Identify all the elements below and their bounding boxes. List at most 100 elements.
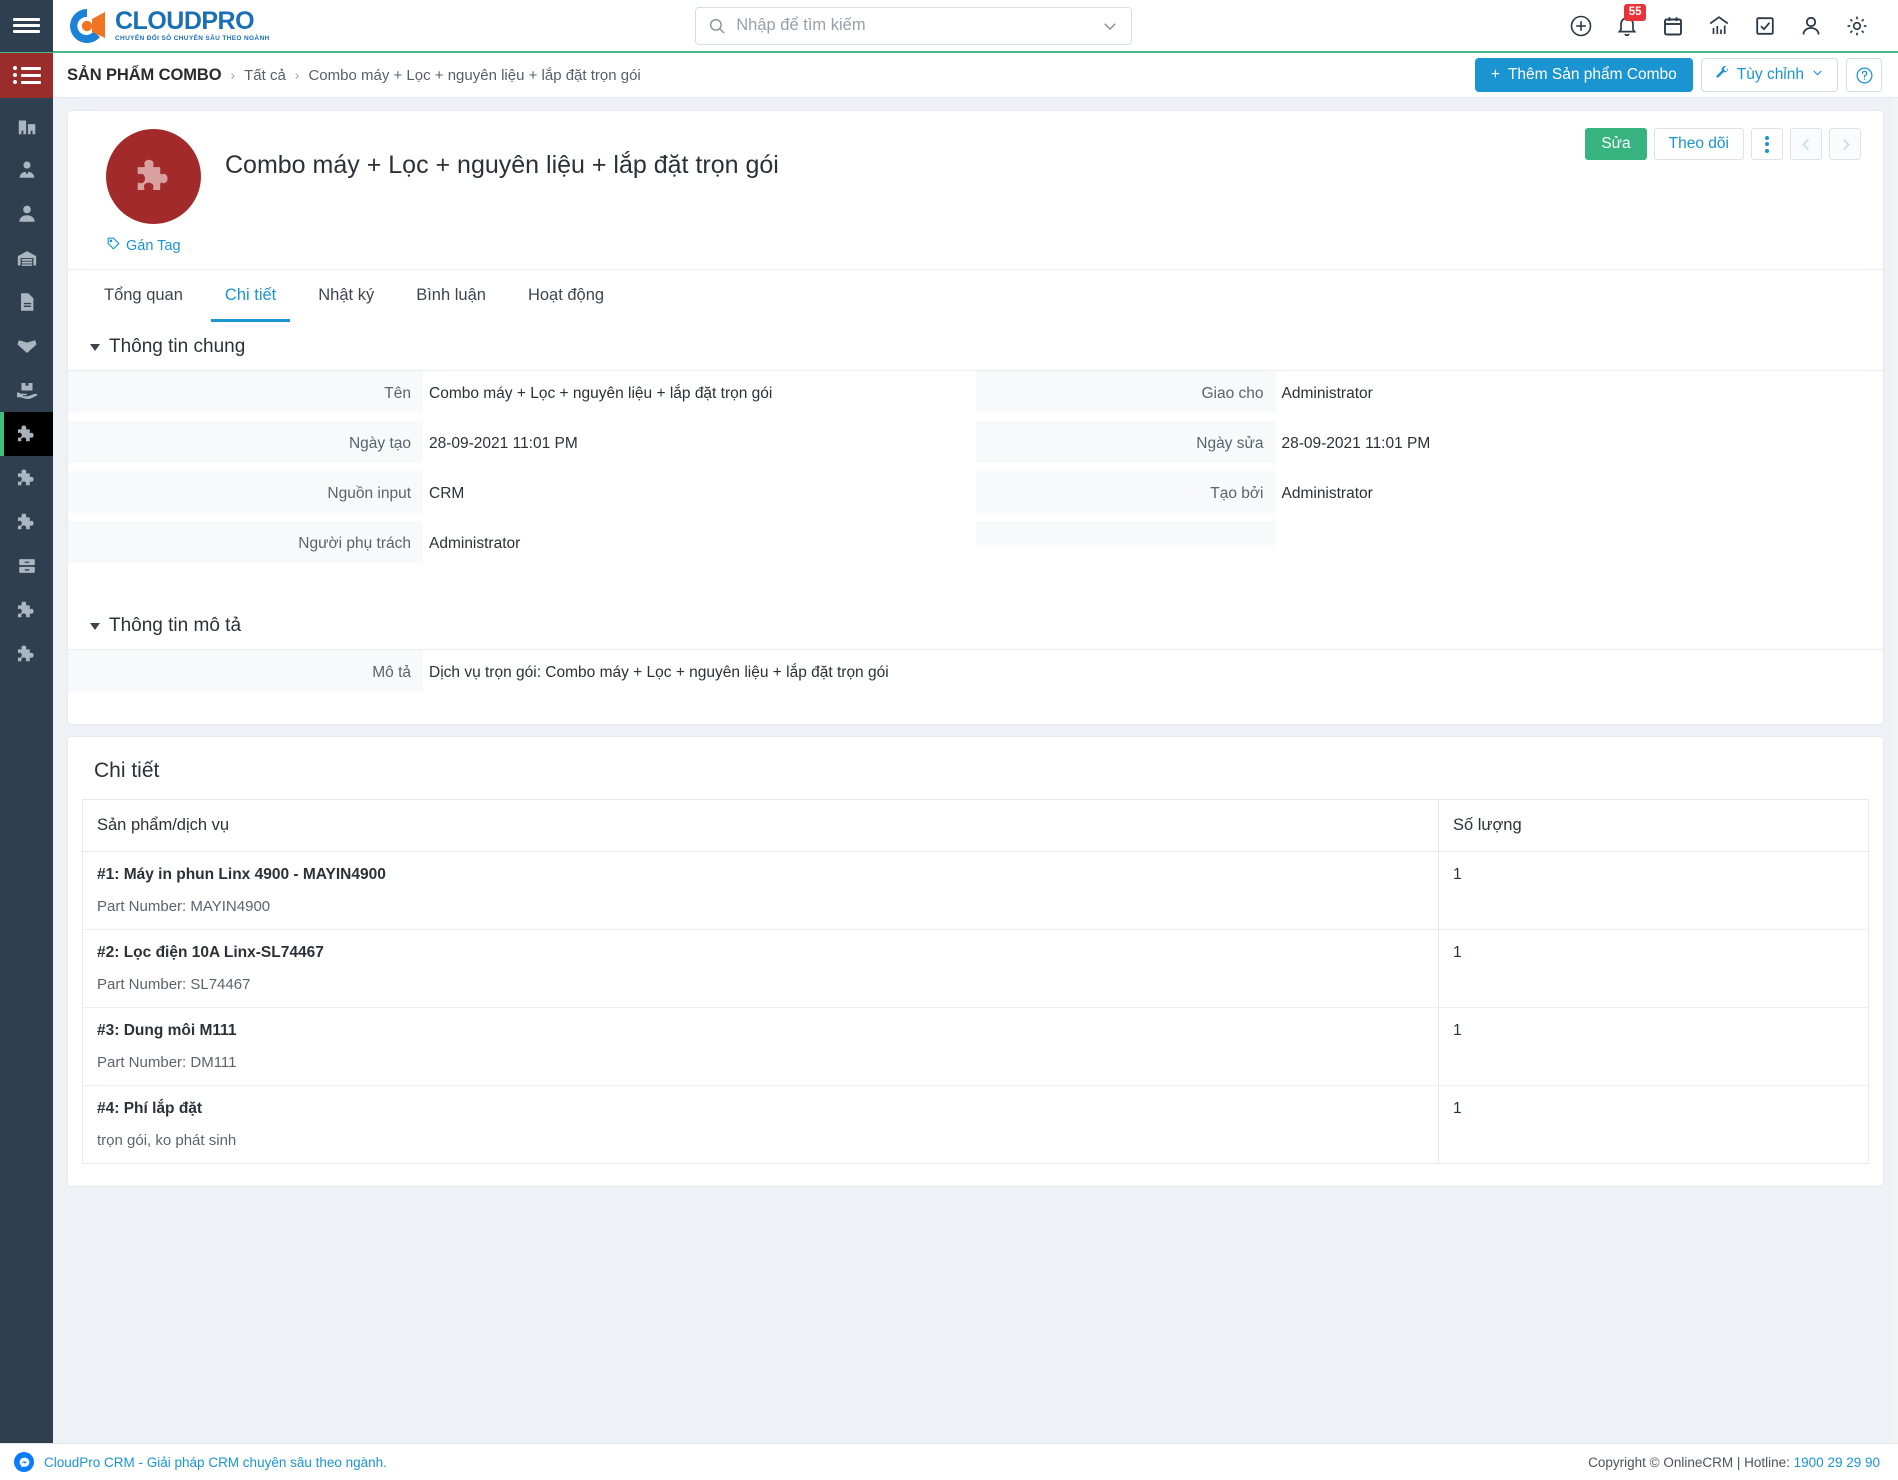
cell-product: #1: Máy in phun Linx 4900 - MAYIN4900 Pa… [82,851,1439,930]
sidebar-item-company[interactable] [0,104,53,148]
tab-chi-tiet[interactable]: Chi tiết [210,270,291,322]
list-dot [12,73,17,77]
item-part-number: Part Number: SL74467 [97,976,251,993]
menu-toggle-button[interactable] [0,0,53,52]
field-ngay-tao: Ngày tạo 28-09-2021 11:01 PM [68,421,976,471]
breadcrumb-root[interactable]: SẢN PHẨM COMBO [67,66,222,85]
table-row[interactable]: #2: Lọc điện 10A Linx-SL74467 Part Numbe… [82,929,1869,1008]
sidebar-item-contact-person[interactable] [0,148,53,192]
sidebar-item-delivery[interactable] [0,368,53,412]
breadcrumb-separator-icon: › [294,67,300,83]
brand-name: CLOUDPRO [115,6,255,35]
field-spacer-value [1276,521,1884,545]
sidebar-item-module-4[interactable] [0,632,53,676]
brand-wordmark: CLOUDPRO CHUYỂN ĐỔI SỐ CHUYÊN SÂU THEO N… [115,6,270,43]
brand-tagline: CHUYỂN ĐỔI SỐ CHUYÊN SÂU THEO NGÀNH [115,34,270,42]
messenger-icon[interactable] [14,1452,34,1472]
tab-tong-quan[interactable]: Tổng quan [90,270,197,322]
checkbox-icon[interactable] [1742,0,1788,52]
field-label: Tạo bởi [975,471,1276,513]
module-list-button[interactable] [0,52,53,98]
table-row[interactable]: #3: Dung môi M111 Part Number: DM111 1 [82,1007,1869,1086]
general-field-grid: Tên Combo máy + Lọc + nguyên liệu + lắp … [68,371,1883,571]
item-part-number: Part Number: DM111 [97,1054,237,1071]
search-input[interactable] [736,16,1102,35]
chart-icon[interactable] [1696,0,1742,52]
table-row[interactable]: #1: Máy in phun Linx 4900 - MAYIN4900 Pa… [82,851,1869,930]
add-circle-icon[interactable] [1558,0,1604,52]
section-description: Thông tin mô tả Mô tả Dịch vụ trọn gói: … [68,601,1883,724]
caret-down-icon[interactable] [90,343,100,351]
sidebar-item-warehouse[interactable] [0,236,53,280]
general-left-column: Tên Combo máy + Lọc + nguyên liệu + lắp … [68,371,976,571]
sidebar-item-lead[interactable] [0,192,53,236]
footer-link[interactable]: CloudPro CRM - Giải pháp CRM chuyên sâu … [44,1455,387,1470]
user-icon[interactable] [1788,0,1834,52]
sidebar-item-document[interactable] [0,280,53,324]
detail-table-card: Chi tiết Sản phẩm/dịch vụ Số lượng #1: M… [67,736,1884,1187]
previous-record-button[interactable] [1790,128,1822,160]
search-box[interactable] [695,6,1133,45]
next-record-button[interactable] [1829,128,1861,160]
top-icon-group: 55 [1558,0,1898,52]
breadcrumb-current: Combo máy + Lọc + nguyên liệu + lắp đặt … [308,66,641,84]
field-value: Dịch vụ trọn gói: Combo máy + Lọc + nguy… [429,664,889,681]
record-header: Combo máy + Lọc + nguyên liệu + lắp đặt … [68,111,1883,269]
list-bar [20,73,41,77]
follow-button[interactable]: Theo dõi [1653,128,1744,160]
chevron-down-icon[interactable] [1101,17,1119,35]
field-label: Người phụ trách [68,521,423,563]
left-sidebar [0,98,53,1443]
notification-badge: 55 [1624,4,1646,21]
sidebar-item-module-2[interactable] [0,500,53,544]
item-name: #4: Phí lắp đặt [97,1100,203,1117]
page-title: Combo máy + Lọc + nguyên liệu + lắp đặt … [225,151,779,179]
tab-hoat-dong[interactable]: Hoạt động [514,270,618,322]
calendar-icon[interactable] [1650,0,1696,52]
field-spacer [975,521,1884,571]
tag-row: Gán Tag [106,236,1861,255]
field-ngay-sua: Ngày sửa 28-09-2021 11:01 PM [975,421,1884,471]
item-note: trọn gói, ko phát sinh [97,1132,237,1149]
section-general-info: Thông tin chung Tên Combo máy + Lọc + ng… [68,322,1883,571]
cell-quantity: 1 [1438,1085,1869,1164]
breadcrumb-parent[interactable]: Tất cả [244,67,286,84]
footer-right: Copyright © OnlineCRM | Hotline: 1900 29… [1588,1455,1880,1470]
sidebar-item-module-1[interactable] [0,456,53,500]
footer-left: CloudPro CRM - Giải pháp CRM chuyên sâu … [14,1452,1588,1472]
assign-tag-link[interactable]: Gán Tag [106,236,181,255]
sidebar-item-module-3[interactable] [0,588,53,632]
field-value: 28-09-2021 11:01 PM [429,435,578,452]
caret-down-icon[interactable] [90,622,100,630]
wrench-icon [1715,65,1730,85]
field-value: Administrator [1281,485,1373,502]
bell-icon[interactable]: 55 [1604,0,1650,52]
sidebar-item-product[interactable] [0,324,53,368]
page-scrollbar[interactable] [1892,98,1898,1443]
tab-nhat-ky[interactable]: Nhật ký [304,270,388,322]
field-giao-cho: Giao cho Administrator [975,371,1884,421]
hotline-number[interactable]: 1900 29 29 90 [1794,1455,1880,1470]
more-actions-button[interactable] [1751,128,1783,160]
field-nguon-input: Nguồn input CRM [68,471,976,521]
brand-logo[interactable]: CLOUDPRO CHUYỂN ĐỔI SỐ CHUYÊN SÂU THEO N… [53,6,270,46]
vertical-dots-icon [1765,135,1769,153]
tag-icon [106,236,121,255]
quantity-value: 1 [1453,866,1462,883]
sidebar-item-combo-product[interactable] [0,412,53,456]
gear-icon[interactable] [1834,0,1880,52]
quantity-value: 1 [1453,944,1462,961]
customize-label: Tùy chỉnh [1736,66,1804,83]
app-root: CLOUDPRO CHUYỂN ĐỔI SỐ CHUYÊN SÂU THEO N… [0,0,1898,1480]
add-combo-product-button[interactable]: + Thêm Sản phẩm Combo [1474,58,1693,92]
field-value: Combo máy + Lọc + nguyên liệu + lắp đặt … [429,385,773,402]
table-row[interactable]: #4: Phí lắp đặt trọn gói, ko phát sinh 1 [82,1085,1869,1164]
breadcrumb-separator-icon: › [230,67,236,83]
table-header-row: Sản phẩm/dịch vụ Số lượng [82,799,1869,852]
help-button[interactable] [1846,58,1882,92]
detail-section-title: Chi tiết [94,759,160,782]
tab-binh-luan[interactable]: Bình luận [402,270,500,322]
sidebar-item-archive[interactable] [0,544,53,588]
edit-button[interactable]: Sửa [1585,128,1647,160]
customize-button[interactable]: Tùy chỉnh [1700,58,1838,92]
